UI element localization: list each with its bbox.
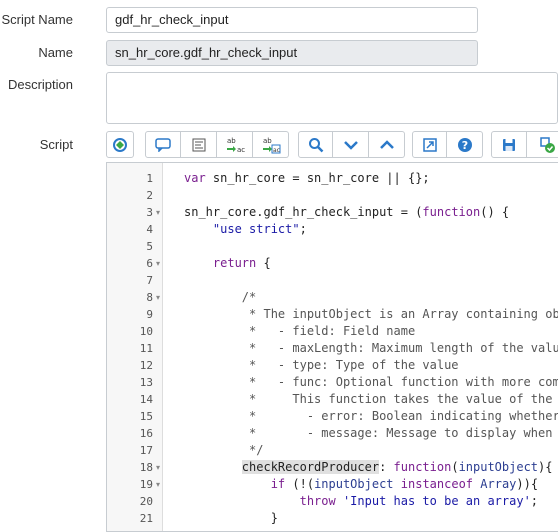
line-number: 3 — [146, 206, 153, 219]
svg-text:ab: ab — [263, 137, 272, 145]
replace-all-button[interactable]: ab ac — [253, 131, 289, 158]
search-button[interactable] — [298, 131, 333, 158]
fold-down-button[interactable] — [333, 131, 369, 158]
svg-text:ac: ac — [237, 146, 245, 154]
code-line: * This function takes the value of the — [184, 392, 553, 406]
replace-icon: ab ac — [226, 137, 245, 154]
line-number: 10 — [139, 325, 153, 338]
help-icon: ? — [457, 137, 472, 152]
fold-toggle-icon[interactable]: ▾ — [156, 463, 160, 472]
code-line: return { — [212, 256, 271, 270]
line-number: 12 — [139, 359, 153, 372]
line-number: 20 — [139, 495, 153, 508]
fold-up-button[interactable] — [369, 131, 405, 158]
line-number: 16 — [139, 427, 153, 440]
script-check-button[interactable] — [527, 131, 558, 158]
line-number: 5 — [146, 240, 153, 253]
code-line: * - func: Optional function with more co… — [184, 375, 558, 389]
code-line: * - message: Message to display when — [184, 426, 553, 440]
fold-toggle-icon[interactable]: ▾ — [156, 208, 160, 217]
line-number: 2 — [146, 189, 153, 202]
line-number: 18 — [139, 461, 153, 474]
line-number: 11 — [139, 342, 153, 355]
comment-button[interactable] — [145, 131, 181, 158]
description-label: Description — [7, 77, 73, 92]
description-textarea[interactable] — [106, 72, 558, 124]
script-debugger-button[interactable] — [106, 131, 134, 158]
script-name-label: Script Name — [1, 12, 73, 27]
code-line: checkRecordProducer: function(inputObjec… — [241, 460, 553, 474]
line-number: 14 — [139, 393, 153, 406]
fold-up-icon — [379, 139, 394, 149]
code-line: */ — [184, 443, 264, 457]
script-toolbar: ab ac ab ac ? — [106, 131, 558, 159]
code-line: * - error: Boolean indicating whether — [184, 409, 558, 423]
line-number: 9 — [146, 308, 153, 321]
name-field: sn_hr_core.gdf_hr_check_input — [106, 40, 478, 66]
fold-toggle-icon[interactable]: ▾ — [156, 480, 160, 489]
save-button[interactable] — [491, 131, 527, 158]
code-line: var sn_hr_core = sn_hr_core || {}; — [184, 171, 430, 185]
fold-down-icon — [343, 140, 358, 150]
code-line: if (!(inputObject instanceof Array)){ — [270, 477, 539, 491]
search-icon — [308, 137, 323, 152]
fold-toggle-icon[interactable]: ▾ — [156, 259, 160, 268]
svg-text:ab: ab — [227, 137, 236, 145]
script-name-input[interactable]: gdf_hr_check_input — [106, 7, 478, 33]
code-line: * - maxLength: Maximum length of the val… — [184, 341, 558, 355]
svg-text:ac: ac — [273, 147, 280, 154]
script-label: Script — [39, 137, 73, 152]
line-number: 6 — [146, 257, 153, 270]
code-line: "use strict"; — [212, 222, 307, 236]
line-number: 21 — [139, 512, 153, 525]
fold-toggle-icon[interactable]: ▾ — [156, 293, 160, 302]
fullscreen-icon — [422, 137, 437, 152]
code-line: throw 'Input has to be an array'; — [299, 494, 539, 508]
code-line: * The inputObject is an Array containing… — [184, 307, 558, 321]
code-line: sn_hr_core.gdf_hr_check_input = (functio… — [184, 205, 510, 219]
svg-text:?: ? — [461, 139, 467, 152]
line-number: 1 — [146, 172, 153, 185]
line-number: 7 — [146, 274, 153, 287]
comment-icon — [155, 137, 171, 152]
line-number: 17 — [139, 444, 153, 457]
code-line: } — [184, 511, 278, 525]
code-line: * - type: Type of the value — [184, 358, 459, 372]
script-debugger-icon — [113, 137, 127, 152]
code-line: * - field: Field name — [184, 324, 416, 338]
script-check-icon — [540, 136, 555, 153]
fullscreen-button[interactable] — [412, 131, 447, 158]
save-icon — [503, 138, 515, 151]
line-number: 19 — [139, 478, 153, 491]
name-label: Name — [38, 45, 73, 60]
format-button[interactable] — [181, 131, 217, 158]
help-button[interactable]: ? — [447, 131, 483, 158]
line-number: 15 — [139, 410, 153, 423]
script-editor[interactable]: 1 var sn_hr_core = sn_hr_core || {}; 2 3 ▾ sn… — [106, 162, 558, 532]
code-line: /* — [184, 290, 257, 304]
line-number: 4 — [146, 223, 153, 236]
replace-button[interactable]: ab ac — [217, 131, 253, 158]
line-number: 8 — [146, 291, 153, 304]
format-icon — [192, 138, 205, 151]
line-number: 13 — [139, 376, 153, 389]
replace-all-icon: ab ac — [262, 137, 280, 154]
